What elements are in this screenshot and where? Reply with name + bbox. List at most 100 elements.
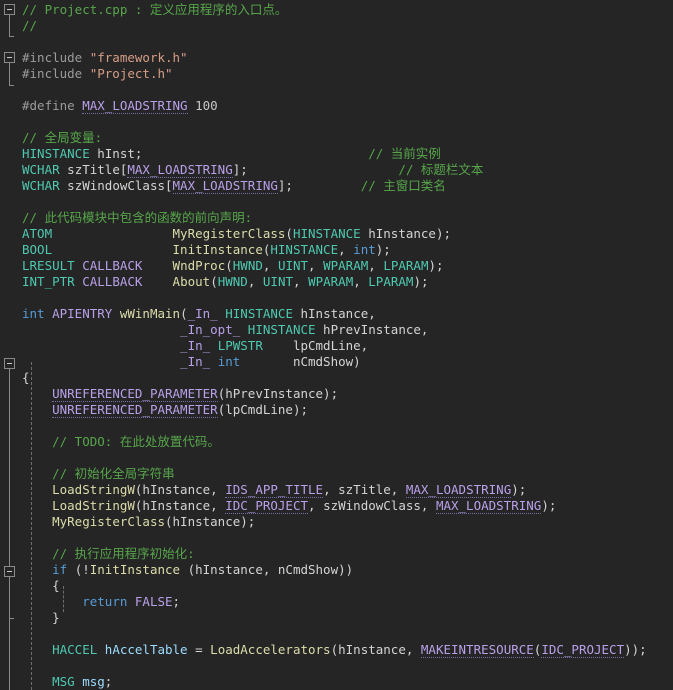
code-line[interactable]: _In_opt_ HINSTANCE hPrevInstance, — [0, 322, 673, 338]
code-token: // 标题栏文本 — [398, 162, 484, 177]
code-token: // Project.cpp : 定义应用程序的入口点。 — [22, 2, 288, 17]
code-token: (hPrevInstance); — [217, 386, 339, 401]
code-line[interactable]: int APIENTRY wWinMain(_In_ HINSTANCE hIn… — [0, 306, 673, 322]
code-token: if — [52, 562, 68, 577]
code-token: MAX_LOADSTRING — [405, 482, 512, 498]
code-line[interactable] — [0, 82, 673, 98]
code-line[interactable]: HACCEL hAccelTable = LoadAccelerators(hI… — [0, 642, 673, 658]
code-line[interactable] — [0, 626, 673, 642]
code-line[interactable]: LRESULT CALLBACK WndProc(HWND, UINT, WPA… — [0, 258, 673, 274]
code-token: ]; — [277, 178, 293, 193]
code-line[interactable]: // 全局变量: — [0, 130, 673, 146]
code-line[interactable] — [0, 34, 673, 50]
code-token: , — [293, 274, 309, 289]
code-token: WCHAR — [22, 178, 60, 193]
code-token: LoadStringW — [52, 482, 135, 497]
code-line[interactable]: WCHAR szTitle[MAX_LOADSTRING]; // 标题栏文本 — [0, 162, 673, 178]
code-line[interactable] — [0, 418, 673, 434]
code-line[interactable]: // 执行应用程序初始化: — [0, 546, 673, 562]
code-token: CALLBACK — [82, 258, 143, 273]
code-text-area[interactable]: // Project.cpp : 定义应用程序的入口点。// #include … — [0, 0, 673, 690]
code-line[interactable]: MSG msg; — [0, 674, 673, 690]
code-line[interactable]: LoadStringW(hInstance, IDS_APP_TITLE, sz… — [0, 482, 673, 498]
code-line[interactable]: UNREFERENCED_PARAMETER(hPrevInstance); — [0, 386, 673, 402]
code-token: _In_ — [180, 354, 211, 369]
code-line[interactable]: _In_ int nCmdShow) — [0, 354, 673, 370]
code-token: HINSTANCE — [22, 146, 90, 161]
code-token: , szWindowClass, — [308, 498, 436, 513]
code-line[interactable]: } — [0, 610, 673, 626]
code-token: // 全局变量: — [22, 130, 103, 145]
code-token: WndProc — [172, 258, 226, 273]
code-line[interactable]: return FALSE; — [0, 594, 673, 610]
code-line[interactable]: HINSTANCE hInst; // 当前实例 — [0, 146, 673, 162]
code-token: // 初始化全局字符串 — [52, 466, 175, 481]
code-line[interactable]: // TODO: 在此处放置代码。 — [0, 434, 673, 450]
code-token: APIENTRY — [52, 306, 113, 321]
code-token: return — [82, 594, 128, 609]
code-line[interactable]: #define MAX_LOADSTRING 100 — [0, 98, 673, 114]
code-line[interactable] — [0, 194, 673, 210]
code-line[interactable]: BOOL InitInstance(HINSTANCE, int); — [0, 242, 673, 258]
code-editor[interactable]: // Project.cpp : 定义应用程序的入口点。// #include … — [0, 0, 673, 690]
code-line[interactable]: WCHAR szWindowClass[MAX_LOADSTRING]; // … — [0, 178, 673, 194]
code-token: , — [353, 274, 369, 289]
code-token: #include — [22, 66, 90, 81]
code-line[interactable]: MyRegisterClass(hInstance); — [0, 514, 673, 530]
code-token: szWindowClass[ — [59, 178, 173, 193]
code-token: "framework.h" — [89, 50, 188, 65]
code-token: HINSTANCE — [247, 322, 316, 337]
code-token: #define — [22, 98, 83, 113]
code-line[interactable]: LoadStringW(hInstance, IDC_PROJECT, szWi… — [0, 498, 673, 514]
code-token: szTitle[ — [59, 162, 128, 177]
code-line[interactable]: #include "Project.h" — [0, 66, 673, 82]
code-token: HACCEL — [52, 642, 98, 657]
code-line[interactable]: { — [0, 578, 673, 594]
code-line[interactable] — [0, 450, 673, 466]
code-line[interactable]: // — [0, 18, 673, 34]
code-token: HINSTANCE — [292, 226, 361, 241]
code-line[interactable]: _In_ LPWSTR lpCmdLine, — [0, 338, 673, 354]
code-token: _In_ — [187, 306, 218, 321]
code-line[interactable]: ATOM MyRegisterClass(HINSTANCE hInstance… — [0, 226, 673, 242]
code-token: (lpCmdLine); — [217, 402, 308, 417]
code-line[interactable]: UNREFERENCED_PARAMETER(lpCmdLine); — [0, 402, 673, 418]
code-token: IDC_PROJECT — [541, 642, 625, 658]
code-line[interactable]: if (!InitInstance (hInstance, nCmdShow)) — [0, 562, 673, 578]
code-token: int — [353, 242, 376, 257]
code-line[interactable] — [0, 114, 673, 130]
code-token: WPARAM — [323, 258, 369, 273]
code-line[interactable] — [0, 530, 673, 546]
code-line[interactable]: #include "framework.h" — [0, 50, 673, 66]
code-line[interactable]: INT_PTR CALLBACK About(HWND, UINT, WPARA… — [0, 274, 673, 290]
code-token: ( — [285, 226, 293, 241]
code-line[interactable]: // Project.cpp : 定义应用程序的入口点。 — [0, 2, 673, 18]
code-line[interactable] — [0, 290, 673, 306]
code-token: HINSTANCE — [270, 242, 339, 257]
code-line[interactable]: // 此代码模块中包含的函数的前向声明: — [0, 210, 673, 226]
code-token: LPWSTR — [217, 338, 263, 353]
code-token: hInstance); — [360, 226, 451, 241]
code-token: = — [187, 642, 211, 657]
code-token: (hInstance); — [165, 514, 256, 529]
code-token: LPARAM — [368, 274, 414, 289]
code-line[interactable]: // 初始化全局字符串 — [0, 466, 673, 482]
code-token: MAKEINTRESOURCE — [420, 642, 534, 658]
code-token: UINT — [262, 274, 293, 289]
code-token: (hInstance, nCmdShow)) — [180, 562, 354, 577]
code-line[interactable]: { — [0, 370, 673, 386]
code-token: // 执行应用程序初始化: — [52, 546, 195, 561]
code-line[interactable] — [0, 658, 673, 674]
